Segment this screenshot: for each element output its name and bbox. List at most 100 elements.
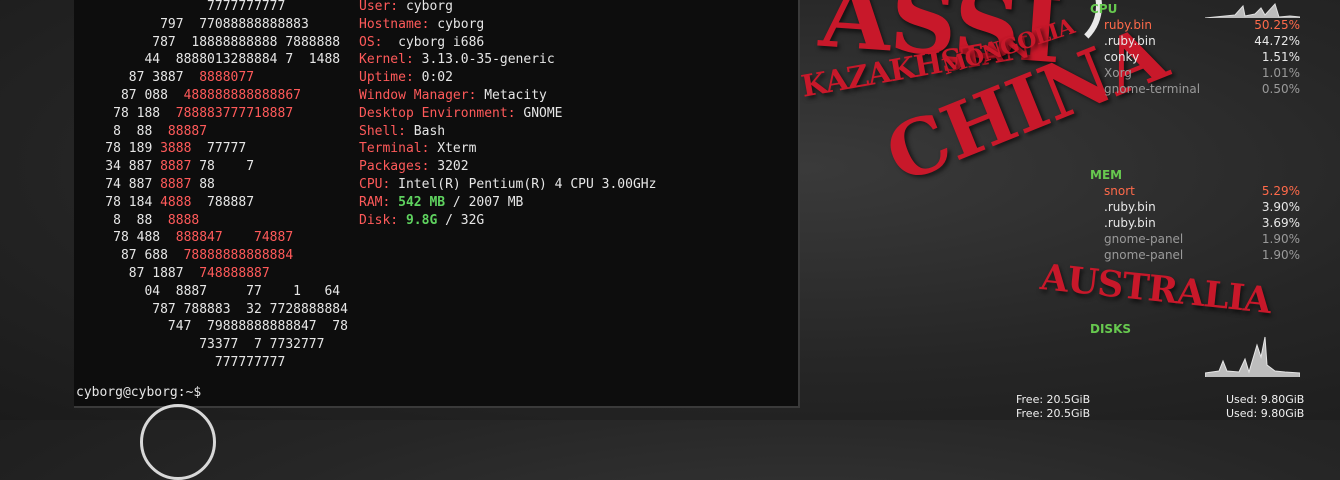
ascii-segment: 78 7 xyxy=(191,159,255,175)
info-key: User: xyxy=(359,0,399,14)
ascii-segment: 788883777718887 xyxy=(175,105,294,121)
info-value: Bash xyxy=(405,123,446,139)
process-name: snort xyxy=(1104,184,1135,198)
ascii-segment: 04 8887 77 1 64 xyxy=(74,283,341,299)
process-percent: 3.90% xyxy=(1261,200,1300,214)
info-key: Kernel: xyxy=(359,52,414,68)
process-percent: 1.90% xyxy=(1261,232,1300,246)
prompt-text: cyborg@cyborg:~$ xyxy=(76,385,202,400)
ascii-segment: 73377 7 7732777 xyxy=(74,337,325,353)
ascii-segment: 87 1887 xyxy=(74,265,200,281)
process-name: .ruby.bin xyxy=(1104,216,1156,230)
process-name: .ruby.bin xyxy=(1104,200,1156,214)
info-key: Terminal: xyxy=(359,141,430,157)
process-row: .ruby.bin 3.69% xyxy=(1090,215,1300,231)
process-row: .ruby.bin 3.90% xyxy=(1090,199,1300,215)
ascii-logo-line: 87 1887 748888887 xyxy=(74,265,364,283)
ascii-segment: 88 xyxy=(191,176,215,192)
ascii-segment: 88887 xyxy=(167,123,208,139)
ascii-logo-line: 87 3887 8888077 xyxy=(74,69,364,87)
ascii-segment: 3888 xyxy=(160,141,192,157)
info-row: Hostname: cyborg xyxy=(359,16,656,34)
ascii-segment: 788887 xyxy=(191,194,255,210)
info-value: GNOME xyxy=(515,105,563,121)
process-name: gnome-terminal xyxy=(1104,82,1201,96)
ascii-segment: 78 188 xyxy=(74,105,176,121)
info-key: RAM: xyxy=(359,194,391,210)
mem-heading: MEM xyxy=(1090,168,1123,182)
ascii-segment: 747 79888888888847 78 xyxy=(74,319,348,335)
ascii-segment: 44 8888013288884 7 1488 xyxy=(74,52,341,68)
ascii-logo-line: 78 189 3888 77777 xyxy=(74,140,364,158)
ascii-logo-line: 44 8888013288884 7 1488 xyxy=(74,51,364,69)
info-key: Hostname: xyxy=(359,16,430,32)
ascii-segment: 787 788883 32 7728888884 xyxy=(74,301,348,317)
ascii-logo-line: 747 79888888888847 78 xyxy=(74,318,364,336)
info-row-disk: Disk: 9.8G / 32G xyxy=(359,212,656,230)
ascii-segment: 4888 xyxy=(160,194,192,210)
shell-prompt[interactable]: cyborg@cyborg:~$ xyxy=(76,384,201,402)
info-row: Window Manager: Metacity xyxy=(359,87,656,105)
process-percent: 44.72% xyxy=(1254,34,1300,48)
info-row: Shell: Bash xyxy=(359,123,656,141)
process-row: gnome-terminal 0.50% xyxy=(1090,81,1300,97)
info-row: User: cyborg xyxy=(359,0,656,16)
ram-total: 2007 MB xyxy=(468,194,524,210)
process-row: conky 1.51% xyxy=(1090,49,1300,65)
info-key: Uptime: xyxy=(359,70,414,86)
ascii-segment: 8887 xyxy=(160,176,192,192)
ascii-logo-line: 7777777777 xyxy=(74,0,364,16)
distro-ascii-logo: 7777777777 797 77088888888883 787 188888… xyxy=(74,0,364,372)
ascii-segment: 8 88 xyxy=(74,123,168,139)
disk-free-label: Free: 20.5GiB xyxy=(1016,407,1091,420)
ascii-segment: 488888888888867 xyxy=(183,87,301,103)
process-percent: 0.50% xyxy=(1261,82,1300,96)
info-value: 3.13.0-35-generic xyxy=(413,52,555,68)
ascii-logo-line: 73377 7 7732777 xyxy=(74,336,364,354)
info-row: Terminal: Xterm xyxy=(359,140,656,158)
ascii-segment: 8888 xyxy=(167,212,200,228)
ascii-logo-line: 34 887 8887 78 7 xyxy=(74,158,364,176)
info-key: CPU: xyxy=(359,176,391,192)
ascii-segment: 888847 74887 xyxy=(175,230,294,246)
ascii-segment: 78 189 xyxy=(74,141,161,157)
info-key: Packages: xyxy=(359,159,430,175)
terminal-window[interactable]: 7777777777 797 77088888888883 787 188888… xyxy=(74,0,800,408)
info-key: OS: xyxy=(359,34,383,50)
ascii-segment: 77777 xyxy=(191,141,247,157)
ascii-logo-line: 787 18888888888 7888888 xyxy=(74,34,364,52)
ascii-segment: 87 688 xyxy=(74,248,184,264)
ascii-segment: 7777777777 xyxy=(74,0,286,14)
disk-used-label: Used: 9.80GiB xyxy=(1226,407,1305,420)
process-name: gnome-panel xyxy=(1104,232,1184,246)
info-row: Packages: 3202 xyxy=(359,158,656,176)
process-name: gnome-panel xyxy=(1104,248,1184,262)
ram-used: 542 MB xyxy=(398,194,446,210)
disk-used: 9.8G xyxy=(405,212,438,228)
process-name: Xorg xyxy=(1104,66,1132,80)
process-row: snort 5.29% xyxy=(1090,183,1300,199)
ascii-logo-line: 777777777 xyxy=(74,354,364,372)
ascii-segment: 87 088 xyxy=(74,87,184,103)
system-info: User: cyborg Hostname: cyborg OS: cyborg i… xyxy=(359,0,656,229)
desktop-emblem-icon xyxy=(140,404,216,480)
process-row: .ruby.bin 44.72% xyxy=(1090,33,1300,49)
ascii-logo-line: 787 788883 32 7728888884 xyxy=(74,301,364,319)
process-name: .ruby.bin xyxy=(1104,34,1156,48)
ascii-logo-line: 87 688 78888888888884 xyxy=(74,247,364,265)
ascii-segment: 777777777 xyxy=(74,354,286,370)
ascii-logo-line: 78 184 4888 788887 xyxy=(74,194,364,212)
info-value: cyborg xyxy=(429,16,485,32)
process-row: Xorg 1.01% xyxy=(1090,65,1300,81)
ascii-segment: 78 488 xyxy=(74,230,176,246)
process-row: gnome-panel 1.90% xyxy=(1090,231,1300,247)
disk-total: 32G xyxy=(460,212,485,228)
disk-separator: / xyxy=(437,212,461,228)
wallpaper-word: AUSTRALIA xyxy=(1038,256,1273,322)
process-percent: 1.51% xyxy=(1261,50,1300,64)
ascii-logo-line: 797 77088888888883 xyxy=(74,16,364,34)
ascii-logo-line: 78 488 888847 74887 xyxy=(74,229,364,247)
disk-free-label: Free: 20.5GiB xyxy=(1016,393,1091,406)
ascii-segment: 8888077 xyxy=(199,70,255,86)
ascii-segment: 78888888888884 xyxy=(183,248,294,264)
